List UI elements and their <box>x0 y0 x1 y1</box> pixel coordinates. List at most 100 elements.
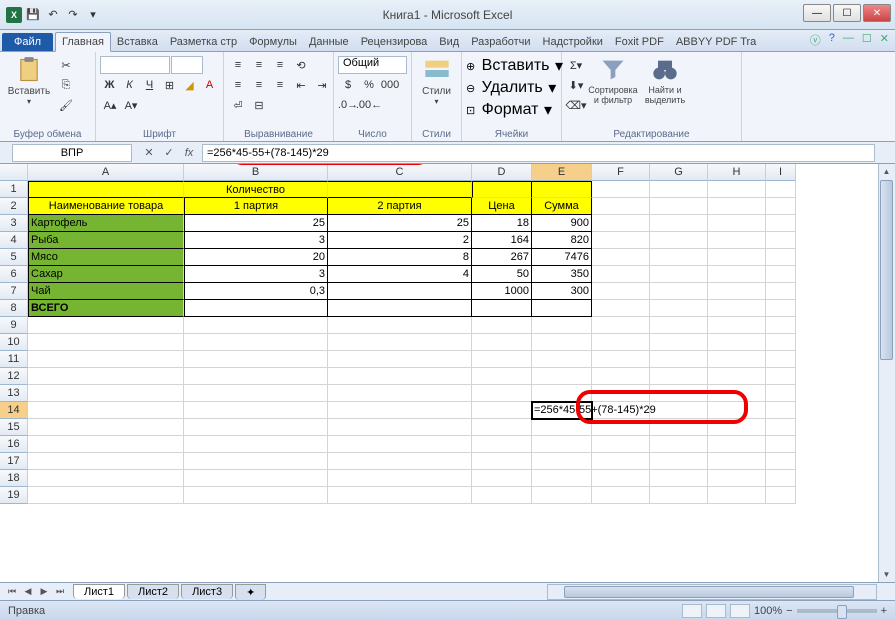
doc-close-icon[interactable]: ✕ <box>880 32 889 48</box>
cell-B10[interactable] <box>184 334 328 351</box>
file-tab[interactable]: Файл <box>2 33 53 51</box>
cell-C7[interactable] <box>328 283 472 300</box>
cell-A7[interactable]: Чай <box>28 283 184 300</box>
select-all-corner[interactable] <box>0 164 28 181</box>
cell-I4[interactable] <box>766 232 796 249</box>
cell-D10[interactable] <box>472 334 532 351</box>
zoom-slider[interactable] <box>797 609 877 613</box>
cell-H6[interactable] <box>708 266 766 283</box>
cell-H1[interactable] <box>708 181 766 198</box>
cell-I1[interactable] <box>766 181 796 198</box>
tab-view[interactable]: Вид <box>433 33 465 51</box>
cell-A4[interactable]: Рыба <box>28 232 184 249</box>
cell-D17[interactable] <box>472 453 532 470</box>
cell-D3[interactable]: 18 <box>472 215 532 232</box>
cell-B3[interactable]: 25 <box>184 215 328 232</box>
scroll-thumb[interactable] <box>880 180 893 360</box>
fx-icon[interactable]: fx <box>180 144 198 162</box>
row-header-11[interactable]: 11 <box>0 351 28 368</box>
close-button[interactable]: ✕ <box>863 4 891 22</box>
increase-font-icon[interactable]: A▴ <box>100 96 120 114</box>
underline-button[interactable]: Ч <box>140 76 159 94</box>
cell-E13[interactable] <box>532 385 592 402</box>
cell-A2[interactable]: Наименование товара <box>28 198 184 215</box>
col-header-E[interactable]: E <box>532 164 592 181</box>
cell-G11[interactable] <box>650 351 708 368</box>
font-color-button[interactable]: A <box>200 76 219 94</box>
cancel-formula-icon[interactable]: ✕ <box>140 144 158 162</box>
cell-I19[interactable] <box>766 487 796 504</box>
tab-home[interactable]: Главная <box>55 32 111 52</box>
cell-F8[interactable] <box>592 300 650 317</box>
cell-I9[interactable] <box>766 317 796 334</box>
scroll-up-icon[interactable]: ▲ <box>879 164 894 179</box>
sheet-nav-last-icon[interactable]: ⏭ <box>52 585 68 599</box>
cell-B13[interactable] <box>184 385 328 402</box>
tab-developer[interactable]: Разработчи <box>465 33 536 51</box>
cell-D8[interactable] <box>472 300 532 317</box>
row-header-1[interactable]: 1 <box>0 181 28 198</box>
save-icon[interactable]: 💾 <box>24 6 42 24</box>
minimize-ribbon-icon[interactable]: ⓥ <box>810 32 821 48</box>
cell-F4[interactable] <box>592 232 650 249</box>
cell-F12[interactable] <box>592 368 650 385</box>
sheet-nav-prev-icon[interactable]: ◀ <box>20 585 36 599</box>
cell-B12[interactable] <box>184 368 328 385</box>
cell-E3[interactable]: 900 <box>532 215 592 232</box>
cell-F15[interactable] <box>592 419 650 436</box>
cell-G6[interactable] <box>650 266 708 283</box>
cell-H10[interactable] <box>708 334 766 351</box>
tab-formulas[interactable]: Формулы <box>243 33 303 51</box>
cell-C3[interactable]: 25 <box>328 215 472 232</box>
zoom-in-icon[interactable]: + <box>881 605 887 617</box>
cell-F1[interactable] <box>592 181 650 198</box>
cell-G1[interactable] <box>650 181 708 198</box>
cell-D19[interactable] <box>472 487 532 504</box>
cell-E1[interactable] <box>532 181 592 198</box>
cell-B16[interactable] <box>184 436 328 453</box>
cell-F9[interactable] <box>592 317 650 334</box>
align-middle-icon[interactable]: ≡ <box>249 56 269 74</box>
col-header-C[interactable]: C <box>328 164 472 181</box>
decrease-decimal-icon[interactable]: .00← <box>359 96 379 114</box>
cell-G8[interactable] <box>650 300 708 317</box>
cell-E11[interactable] <box>532 351 592 368</box>
indent-decrease-icon[interactable]: ⇤ <box>291 76 311 94</box>
cell-G17[interactable] <box>650 453 708 470</box>
normal-view-icon[interactable] <box>682 604 702 618</box>
orientation-icon[interactable]: ⟲ <box>291 56 311 74</box>
cell-D4[interactable]: 164 <box>472 232 532 249</box>
cell-A10[interactable] <box>28 334 184 351</box>
format-cells-button[interactable]: ⊡ Формат ▾ <box>466 100 557 120</box>
cell-H19[interactable] <box>708 487 766 504</box>
row-header-15[interactable]: 15 <box>0 419 28 436</box>
cell-C6[interactable]: 4 <box>328 266 472 283</box>
cell-B1[interactable]: Количество <box>184 181 328 198</box>
cell-F3[interactable] <box>592 215 650 232</box>
sort-filter-button[interactable]: Сортировка и фильтр <box>588 54 638 106</box>
cell-D11[interactable] <box>472 351 532 368</box>
row-header-14[interactable]: 14 <box>0 402 28 419</box>
cell-D5[interactable]: 267 <box>472 249 532 266</box>
undo-icon[interactable]: ↶ <box>44 6 62 24</box>
cell-C10[interactable] <box>328 334 472 351</box>
cell-E9[interactable] <box>532 317 592 334</box>
cell-H11[interactable] <box>708 351 766 368</box>
align-center-icon[interactable]: ≡ <box>249 76 269 94</box>
cell-B15[interactable] <box>184 419 328 436</box>
row-header-18[interactable]: 18 <box>0 470 28 487</box>
excel-icon[interactable]: X <box>6 7 22 23</box>
cell-E2[interactable]: Сумма <box>532 198 592 215</box>
font-selector[interactable] <box>100 56 170 74</box>
cell-H5[interactable] <box>708 249 766 266</box>
cell-A17[interactable] <box>28 453 184 470</box>
cell-C5[interactable]: 8 <box>328 249 472 266</box>
currency-icon[interactable]: $ <box>338 76 358 94</box>
col-header-G[interactable]: G <box>650 164 708 181</box>
align-left-icon[interactable]: ≡ <box>228 76 248 94</box>
col-header-H[interactable]: H <box>708 164 766 181</box>
sheet-tab-2[interactable]: Лист2 <box>127 584 179 599</box>
cell-B17[interactable] <box>184 453 328 470</box>
cell-G15[interactable] <box>650 419 708 436</box>
cell-G5[interactable] <box>650 249 708 266</box>
